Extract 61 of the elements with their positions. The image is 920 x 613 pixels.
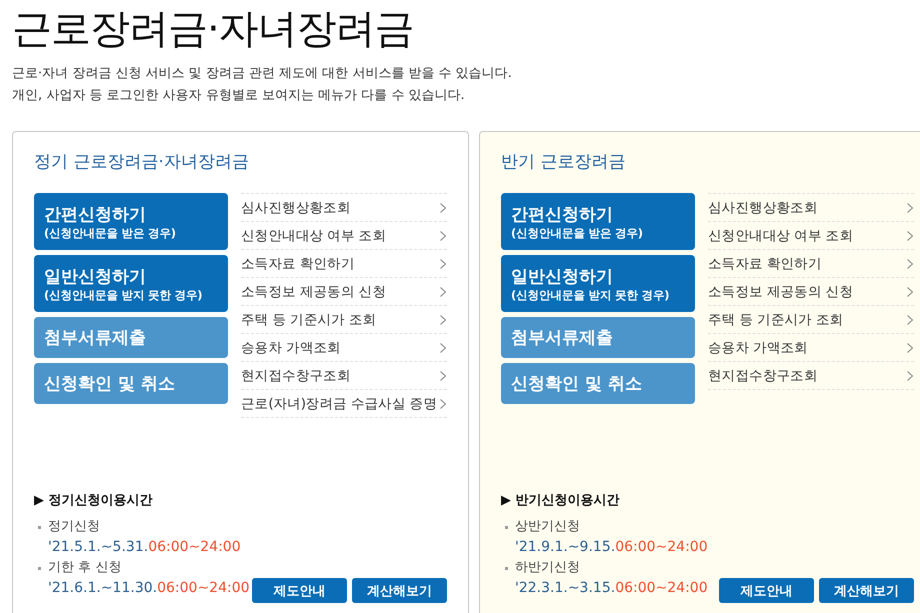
time-range-text: 06:00~24:00 <box>148 539 241 555</box>
schedule-heading: ▶ 반기신청이용시간 <box>501 492 621 510</box>
schedule-heading: ▶ 정기신청이용시간 <box>34 492 154 510</box>
chevron-right-icon <box>907 258 913 268</box>
chevron-right-icon <box>907 314 913 324</box>
chevron-right-icon <box>440 398 446 408</box>
chevron-right-icon <box>907 342 913 352</box>
date-range-text: '21.9.1.~9.15. <box>515 539 616 555</box>
chevron-right-icon <box>907 202 913 212</box>
chevron-right-icon <box>440 258 446 268</box>
panel-title: 반기 근로장려금 <box>501 151 626 173</box>
bullet-icon <box>505 566 508 570</box>
menu-link[interactable]: 신청안내대상 여부 조회 <box>708 222 914 250</box>
menu-link[interactable]: 소득자료 확인하기 <box>241 250 447 278</box>
chevron-right-icon <box>440 370 446 380</box>
calculator-button[interactable]: 계산해보기 <box>819 578 914 603</box>
menu-link[interactable]: 승용차 가액조회 <box>241 334 447 362</box>
chevron-right-icon <box>907 286 913 296</box>
menu-link[interactable]: 심사진행상황조회 <box>241 194 447 222</box>
chevron-right-icon <box>907 370 913 380</box>
menu-link[interactable]: 주택 등 기준시가 조회 <box>708 306 914 334</box>
date-range-text: '22.3.1.~3.15. <box>515 580 616 596</box>
description-text: 근로·자녀 장려금 신청 서비스 및 장려금 관련 제도에 대한 서비스를 받을 수 있습니다. <box>12 65 512 83</box>
menu-link[interactable]: 심사진행상황조회 <box>708 194 914 222</box>
time-range-text: 06:00~24:00 <box>615 580 708 596</box>
schedule-label: 상반기신청 <box>515 518 580 536</box>
chevron-right-icon <box>440 314 446 324</box>
time-range-text: 06:00~24:00 <box>157 580 250 596</box>
menu-link[interactable]: 현지접수창구조회 <box>241 362 447 390</box>
chevron-right-icon <box>907 230 913 240</box>
schedule-label: 기한 후 신청 <box>48 559 122 577</box>
menu-link[interactable]: 승용차 가액조회 <box>708 334 914 362</box>
schedule-label: 정기신청 <box>48 518 100 536</box>
description-text: 개인, 사업자 등 로그인한 사용자 유형별로 보여지는 메뉴가 다를 수 있습니다. <box>12 87 465 105</box>
panel-title: 정기 근로장려금·자녀장려금 <box>34 151 249 173</box>
bullet-icon <box>38 526 41 528</box>
menu-link[interactable]: 주택 등 기준시가 조회 <box>241 306 447 334</box>
service-button[interactable]: 간편신청하기 (신청안내문을 받은 경우) <box>501 193 695 250</box>
menu-link[interactable]: 현지접수창구조회 <box>708 362 914 390</box>
calculator-button[interactable]: 계산해보기 <box>352 578 447 603</box>
schedule-label: 하반기신청 <box>515 559 580 577</box>
bullet-icon <box>505 526 508 528</box>
chevron-right-icon <box>440 230 446 240</box>
service-button[interactable]: 일반신청하기 (신청안내문을 받지 못한 경우) <box>501 255 695 312</box>
chevron-right-icon <box>440 202 446 212</box>
menu-link[interactable]: 소득정보 제공동의 신청 <box>708 278 914 306</box>
service-button[interactable]: 간편신청하기 (신청안내문을 받은 경우) <box>34 193 228 250</box>
menu-link[interactable]: 소득정보 제공동의 신청 <box>241 278 447 306</box>
chevron-right-icon <box>440 286 446 296</box>
menu-link[interactable]: 신청안내대상 여부 조회 <box>241 222 447 250</box>
time-range-text: 06:00~24:00 <box>615 539 708 555</box>
page-title: 근로장려금·자녀장려금 <box>12 5 415 53</box>
menu-link[interactable]: 근로(자녀)장려금 수급사실 증명 <box>241 390 447 418</box>
service-button[interactable]: 일반신청하기 (신청안내문을 받지 못한 경우) <box>34 255 228 312</box>
date-range-text: '21.5.1.~5.31. <box>48 539 148 555</box>
guide-button[interactable]: 제도안내 <box>719 578 814 603</box>
bullet-icon <box>38 566 41 570</box>
guide-button[interactable]: 제도안내 <box>252 578 347 603</box>
date-range-text: '21.6.1.~11.30. <box>48 580 158 596</box>
chevron-right-icon <box>440 342 446 352</box>
menu-link[interactable]: 소득자료 확인하기 <box>708 250 914 278</box>
